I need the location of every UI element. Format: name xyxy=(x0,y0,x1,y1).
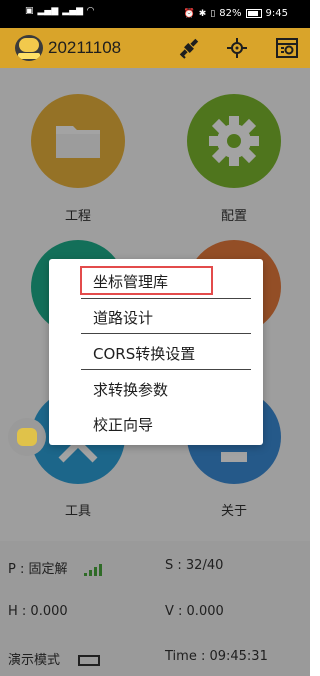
battery-percent: 82% xyxy=(219,8,242,19)
project-name: 20211108 xyxy=(48,38,122,57)
menu-item-label: CORS转换设置 xyxy=(93,345,196,363)
menu-item-calibration-wizard[interactable]: 校正向导 xyxy=(49,406,263,440)
menu-item-cors-settings[interactable]: CORS转换设置 xyxy=(49,335,263,369)
tools-menu-dialog: 坐标管理库 道路设计 CORS转换设置 求转换参数 校正向导 xyxy=(49,259,263,445)
menu-item-coordinate-library[interactable]: 坐标管理库 xyxy=(49,263,263,297)
settings-window-icon[interactable] xyxy=(274,35,300,61)
app-logo[interactable] xyxy=(15,35,43,61)
alarm-icon: ⏰ xyxy=(183,8,195,19)
menu-item-label: 求转换参数 xyxy=(93,381,169,399)
bluetooth-icon: ✱ xyxy=(198,8,207,19)
signal-icon: ▂▄▆ xyxy=(37,6,59,16)
signal-icon: ▂▄▆ xyxy=(62,6,84,16)
menu-divider xyxy=(81,369,251,370)
status-time: 9:45 xyxy=(265,8,288,19)
menu-item-transform-params[interactable]: 求转换参数 xyxy=(49,371,263,405)
menu-item-label: 道路设计 xyxy=(93,309,154,327)
menu-item-road-design[interactable]: 道路设计 xyxy=(49,299,263,333)
wifi-icon: ◜◝ xyxy=(87,6,95,16)
status-right-icons: ⏰ ✱ ▯ 82% 9:45 xyxy=(184,8,288,19)
app-header: 20211108 xyxy=(0,28,310,68)
menu-item-label: 坐标管理库 xyxy=(93,273,169,291)
floating-assistant-button[interactable] xyxy=(8,418,46,456)
menu-item-label: 校正向导 xyxy=(93,416,154,434)
status-bar: ▣ ▂▄▆ ▂▄▆ ◜◝ ⏰ ✱ ▯ 82% 9:45 xyxy=(0,0,310,28)
target-icon[interactable] xyxy=(224,35,250,61)
menu-divider xyxy=(81,333,251,334)
satellite-icon[interactable] xyxy=(176,35,202,61)
battery-icon xyxy=(245,9,262,18)
status-left-icons: ▣ ▂▄▆ ▂▄▆ ◜◝ xyxy=(25,6,94,16)
hd-icon: ▣ xyxy=(25,6,34,16)
vibrate-icon: ▯ xyxy=(210,8,216,19)
